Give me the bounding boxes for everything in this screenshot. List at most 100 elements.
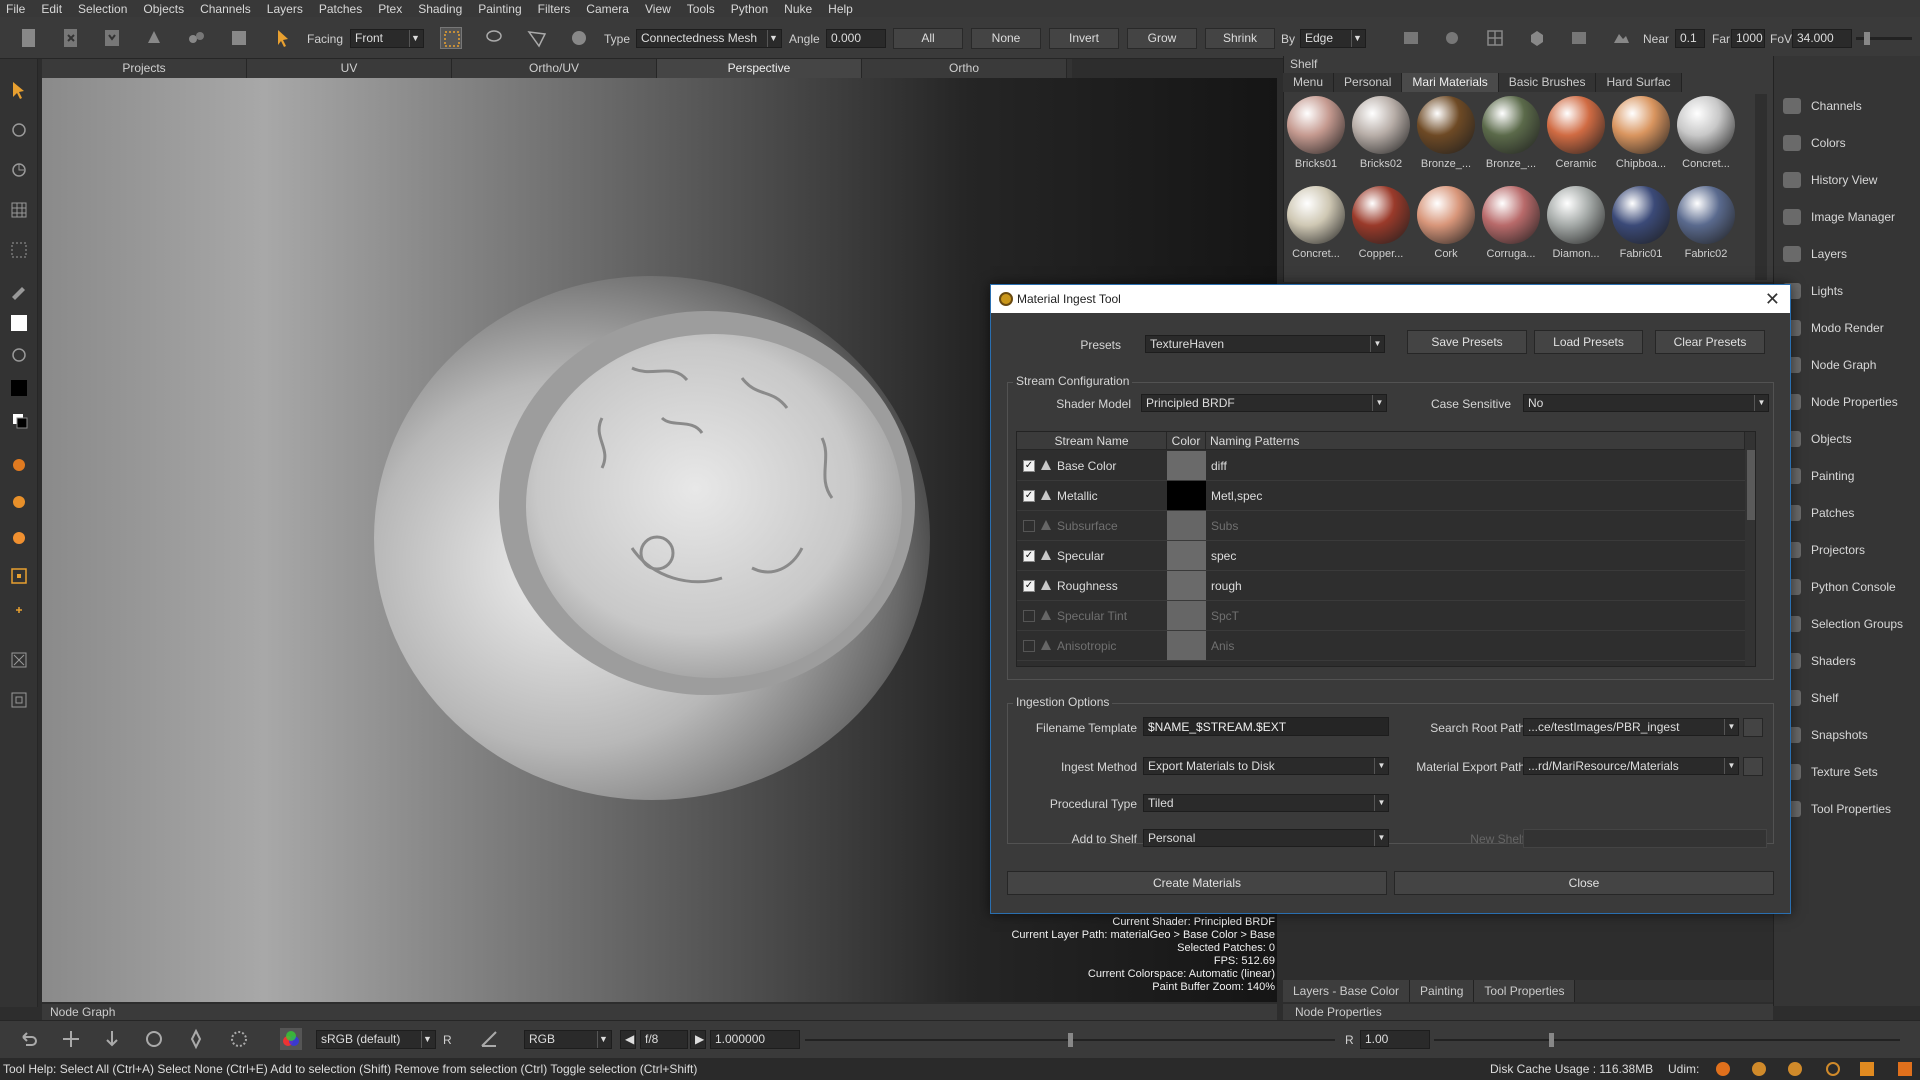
status-icon-6[interactable] — [1898, 1062, 1912, 1076]
gamma-field[interactable]: 1.00 — [1360, 1030, 1430, 1049]
material-swatch[interactable]: Ceramic — [1544, 96, 1608, 170]
tab-projects[interactable]: Projects — [42, 59, 247, 78]
swap-colors-icon[interactable] — [8, 344, 30, 366]
projection-tool-icon[interactable] — [8, 454, 30, 476]
paint-tool-icon[interactable] — [8, 491, 30, 513]
material-swatch[interactable]: Bronze_... — [1414, 96, 1478, 170]
zoom-circle-icon[interactable] — [228, 1028, 250, 1050]
shelf-tab-hard-surfac[interactable]: Hard Surfac — [1596, 73, 1682, 92]
grid-icon[interactable] — [1484, 27, 1506, 49]
stream-naming-pattern[interactable]: rough — [1211, 579, 1242, 593]
marquee-tool-icon[interactable] — [8, 239, 30, 261]
palette-item-objects[interactable]: Objects — [1783, 431, 1852, 447]
new-file-icon[interactable] — [18, 27, 40, 49]
close-button[interactable]: Close — [1394, 871, 1774, 895]
lighting-icon[interactable] — [1610, 27, 1632, 49]
colorspace-dropdown[interactable]: sRGB (default) ▼ — [316, 1030, 436, 1049]
menu-painting[interactable]: Painting — [478, 2, 521, 16]
menu-ptex[interactable]: Ptex — [378, 2, 402, 16]
col-naming-patterns[interactable]: Naming Patterns — [1206, 432, 1745, 450]
material-swatch[interactable]: Fabric01 — [1609, 186, 1673, 260]
stream-naming-pattern[interactable]: Anis — [1211, 639, 1234, 653]
menu-channels[interactable]: Channels — [200, 2, 251, 16]
palette-item-lights[interactable]: Lights — [1783, 283, 1843, 299]
brush-tool-icon[interactable] — [8, 279, 30, 301]
material-swatch[interactable]: Concret... — [1674, 96, 1738, 170]
tab-ortho[interactable]: Ortho — [862, 59, 1067, 78]
palette-item-patches[interactable]: Patches — [1783, 505, 1854, 521]
invert-selection-button[interactable]: Invert — [1049, 28, 1119, 49]
channel-dropdown[interactable]: RGB ▼ — [524, 1030, 612, 1049]
palette-item-node-properties[interactable]: Node Properties — [1783, 394, 1898, 410]
undo-icon[interactable] — [18, 1028, 40, 1050]
palette-item-shaders[interactable]: Shaders — [1783, 653, 1856, 669]
status-icon-2[interactable] — [1752, 1062, 1766, 1076]
clear-presets-button[interactable]: Clear Presets — [1655, 330, 1765, 354]
status-icon-5[interactable] — [1860, 1062, 1874, 1076]
stream-naming-pattern[interactable]: Subs — [1211, 519, 1238, 533]
stream-color-swatch[interactable] — [1167, 631, 1206, 660]
material-swatch[interactable]: Cork — [1414, 186, 1478, 260]
material-export-dropdown[interactable]: ...rd/MariResource/Materials ▼ — [1523, 757, 1739, 775]
status-icon-3[interactable] — [1788, 1062, 1802, 1076]
fit-view-icon[interactable] — [8, 649, 30, 671]
material-swatch[interactable]: Diamon... — [1544, 186, 1608, 260]
stream-color-swatch[interactable] — [1167, 451, 1206, 480]
stream-row[interactable]: Subsurface Subs — [1017, 511, 1745, 541]
palette-item-tool-properties[interactable]: Tool Properties — [1783, 801, 1891, 817]
fstop-decrease-button[interactable]: ◀ — [620, 1030, 636, 1049]
palette-item-node-graph[interactable]: Node Graph — [1783, 357, 1876, 373]
new-shelf-input[interactable] — [1523, 829, 1767, 848]
material-swatch[interactable]: Bricks02 — [1349, 96, 1413, 170]
default-colors-icon[interactable] — [8, 409, 30, 431]
by-dropdown[interactable]: Edge ▼ — [1300, 29, 1366, 48]
color-channels-icon[interactable] — [280, 1028, 302, 1050]
shelf-tab-mari-materials[interactable]: Mari Materials — [1402, 73, 1499, 92]
save-icon[interactable] — [101, 27, 123, 49]
stream-naming-pattern[interactable]: Metl,spec — [1211, 489, 1262, 503]
import-icon[interactable] — [143, 27, 165, 49]
stream-naming-pattern[interactable]: SpcT — [1211, 609, 1239, 623]
gain-slider[interactable] — [805, 1033, 1335, 1047]
menu-help[interactable]: Help — [828, 2, 853, 16]
material-swatch[interactable]: Corruga... — [1479, 186, 1543, 260]
stream-row[interactable]: Anisotropic Anis — [1017, 631, 1745, 661]
palette-item-channels[interactable]: Channels — [1783, 98, 1862, 114]
palette-item-painting[interactable]: Painting — [1783, 468, 1854, 484]
stream-naming-pattern[interactable]: diff — [1211, 459, 1227, 473]
settings-icon[interactable] — [228, 27, 250, 49]
fov-slider[interactable] — [1856, 32, 1912, 45]
material-swatch[interactable]: Fabric02 — [1674, 186, 1738, 260]
create-materials-button[interactable]: Create Materials — [1007, 871, 1387, 895]
menu-filters[interactable]: Filters — [538, 2, 571, 16]
stream-row[interactable]: ✓ Metallic Metl,spec — [1017, 481, 1745, 511]
polygon-select-icon[interactable] — [526, 27, 548, 49]
gain-field[interactable]: 1.000000 — [710, 1030, 800, 1049]
snapshot-icon[interactable] — [1441, 27, 1463, 49]
bottom-tab-layers-base-color[interactable]: Layers - Base Color — [1283, 980, 1411, 1002]
orbit-icon[interactable] — [143, 1028, 165, 1050]
grow-selection-button[interactable]: Grow — [1127, 28, 1197, 49]
menu-selection[interactable]: Selection — [78, 2, 127, 16]
menu-camera[interactable]: Camera — [586, 2, 629, 16]
menu-edit[interactable]: Edit — [41, 2, 62, 16]
tab-ortho-uv[interactable]: Ortho/UV — [452, 59, 657, 78]
palette-item-projectors[interactable]: Projectors — [1783, 542, 1865, 558]
menu-patches[interactable]: Patches — [319, 2, 362, 16]
search-root-dropdown[interactable]: ...ce/testImages/PBR_ingest ▼ — [1523, 718, 1739, 736]
near-field[interactable]: 0.1 — [1675, 29, 1705, 48]
menu-layers[interactable]: Layers — [267, 2, 303, 16]
transform-box-icon[interactable] — [8, 565, 30, 587]
shader-model-dropdown[interactable]: Principled BRDF ▼ — [1141, 394, 1387, 412]
stream-enable-checkbox[interactable]: ✓ — [1023, 460, 1035, 472]
rotate-tool-icon[interactable] — [8, 159, 30, 181]
stream-row[interactable]: ✓ Specular spec — [1017, 541, 1745, 571]
stream-color-swatch[interactable] — [1167, 511, 1206, 540]
lasso-select-icon[interactable] — [483, 27, 505, 49]
render-icon[interactable] — [1568, 27, 1590, 49]
fov-field[interactable]: 34.000 — [1792, 29, 1852, 48]
stream-color-swatch[interactable] — [1167, 601, 1206, 630]
gamma-r-label[interactable]: R — [1345, 1033, 1354, 1047]
bottom-tab-tool-properties[interactable]: Tool Properties — [1474, 980, 1576, 1002]
grid-tool-icon[interactable] — [8, 199, 30, 221]
